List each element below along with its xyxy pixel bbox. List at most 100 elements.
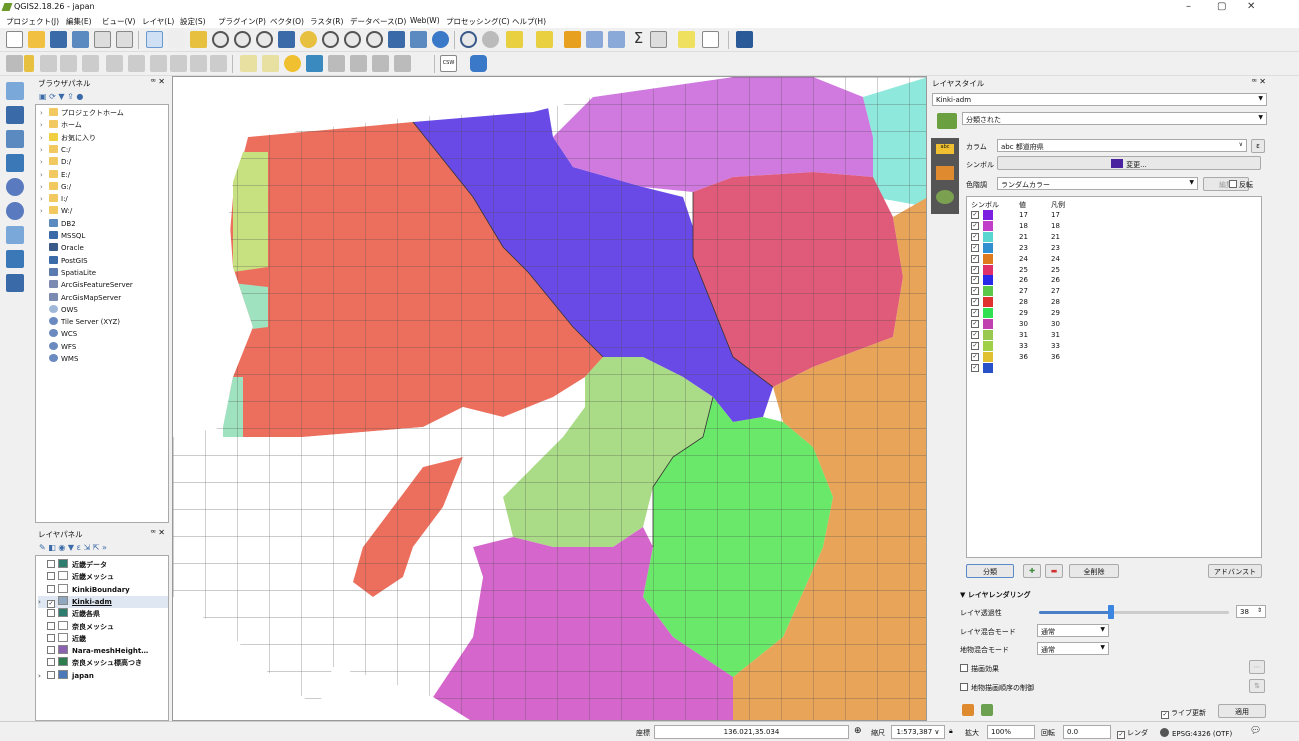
zoom-last-icon[interactable]	[344, 31, 361, 48]
pin-labels-icon[interactable]	[306, 55, 323, 72]
class-checkbox[interactable]: ✓	[971, 363, 979, 372]
map-canvas[interactable]	[172, 76, 927, 721]
symbol-change-button[interactable]: 変更...	[997, 156, 1261, 170]
expression-button[interactable]: ε	[1251, 139, 1265, 153]
class-checkbox[interactable]: ✓	[971, 330, 979, 339]
class-checkbox[interactable]: ✓	[971, 243, 979, 252]
field-calculator-icon[interactable]	[608, 31, 625, 48]
live-update-checkbox[interactable]: ✓ ライブ更新	[1161, 708, 1206, 719]
panel-close-icon[interactable]: ꟹ ✕	[1252, 77, 1266, 86]
class-row[interactable]: ✓ 27 27	[971, 286, 1251, 297]
filter-expression-icon[interactable]: ɛ	[77, 543, 81, 552]
add-vector-layer-icon[interactable]	[6, 82, 24, 100]
opacity-slider[interactable]	[1039, 605, 1229, 619]
renderer-select[interactable]: 分類された ▼	[962, 112, 1267, 125]
pan-to-selection-icon[interactable]	[168, 31, 185, 48]
collapse-all-icon[interactable]: ⇪	[67, 92, 74, 101]
class-symbol-swatch[interactable]	[983, 351, 993, 362]
browser-item[interactable]: › G:/	[40, 181, 71, 194]
browser-item[interactable]: PostGIS	[40, 255, 88, 268]
close-icon[interactable]: ✕	[1247, 1, 1255, 12]
class-symbol-swatch[interactable]	[983, 264, 993, 275]
refresh-icon[interactable]: ⟳	[49, 92, 56, 101]
add-wfs-layer-icon[interactable]	[6, 226, 24, 244]
class-checkbox[interactable]: ✓	[971, 298, 979, 307]
lock-scale-icon[interactable]: 🔒︎	[949, 727, 953, 736]
class-symbol-swatch[interactable]	[983, 308, 993, 319]
layer-visibility-checkbox[interactable]	[47, 633, 55, 642]
zoom-native-icon[interactable]	[256, 31, 273, 48]
rotation-field[interactable]: 0.0	[1063, 725, 1111, 739]
layer-item[interactable]: 近畿メッシュ	[38, 571, 168, 583]
draw-effects-checkbox[interactable]: 描画効果	[960, 664, 999, 674]
zoom-out-icon[interactable]	[234, 31, 251, 48]
delete-icon[interactable]	[150, 55, 167, 72]
csw-icon[interactable]: CSW	[440, 55, 457, 72]
apply-button[interactable]: 適用	[1218, 704, 1266, 718]
move-label-icon[interactable]	[350, 55, 367, 72]
select-features-icon[interactable]	[506, 31, 523, 48]
class-checkbox[interactable]: ✓	[971, 276, 979, 285]
touch-zoom-icon[interactable]	[190, 31, 207, 48]
class-checkbox[interactable]: ✓	[971, 309, 979, 318]
coordinate-field[interactable]: 136.021,35.034	[654, 725, 849, 739]
style-manager-icon[interactable]: ✎	[39, 543, 46, 552]
layer-item[interactable]: KinkiBoundary	[38, 583, 168, 596]
open-project-icon[interactable]	[28, 31, 45, 48]
maximize-icon[interactable]: ▢	[1217, 1, 1226, 12]
expand-arrow-icon[interactable]: ›	[40, 158, 49, 166]
add-virtual-layer-icon[interactable]	[6, 274, 24, 292]
effects-settings-icon[interactable]: ⋯	[1249, 660, 1265, 674]
add-delimited-text-icon[interactable]	[6, 250, 24, 268]
identify-icon[interactable]	[460, 31, 477, 48]
copy-features-icon[interactable]	[190, 55, 207, 72]
expand-arrow-icon[interactable]: ›	[40, 121, 49, 129]
class-symbol-swatch[interactable]	[983, 253, 993, 264]
class-row[interactable]: ✓ 30 30	[971, 319, 1251, 330]
class-symbol-swatch[interactable]	[983, 231, 993, 242]
class-row[interactable]: ✓ 24 24	[971, 253, 1251, 265]
current-edits-icon[interactable]	[6, 55, 23, 72]
deselect-icon[interactable]	[564, 31, 581, 48]
browser-item[interactable]: › W:/	[40, 206, 72, 218]
class-checkbox[interactable]: ✓	[971, 265, 979, 274]
opacity-spinbox[interactable]: 38 ⇕	[1236, 605, 1266, 618]
class-checkbox[interactable]: ✓	[971, 287, 979, 296]
layer-visibility-checkbox[interactable]	[47, 609, 55, 618]
cut-features-icon[interactable]	[170, 55, 187, 72]
paste-features-icon[interactable]	[210, 55, 227, 72]
class-checkbox[interactable]: ✓	[971, 341, 979, 350]
layer-item[interactable]: Nara-meshHeight…	[38, 645, 168, 657]
expand-arrow-icon[interactable]: ›	[40, 183, 49, 191]
browser-item[interactable]: › プロジェクトホーム	[40, 108, 124, 120]
add-wms-layer-icon[interactable]	[6, 178, 24, 196]
remove-class-icon[interactable]: ▬	[1045, 564, 1063, 578]
class-symbol-swatch[interactable]	[983, 319, 993, 329]
color-ramp-select[interactable]: ランダムカラー ▼	[997, 177, 1198, 190]
browser-item[interactable]: MSSQL	[40, 231, 85, 243]
browser-item[interactable]: › I:/	[40, 194, 68, 206]
browser-item[interactable]: OWS	[40, 304, 78, 317]
class-symbol-swatch[interactable]	[983, 297, 993, 308]
browser-item[interactable]: DB2	[40, 218, 76, 231]
classify-button[interactable]: 分類	[966, 564, 1014, 578]
layer-select[interactable]: Kinki-adm ▼	[932, 93, 1267, 106]
add-wcs-layer-icon[interactable]	[6, 202, 24, 220]
class-checkbox[interactable]: ✓	[971, 320, 979, 328]
layer-labeling-icon[interactable]	[262, 55, 279, 72]
delete-all-button[interactable]: 全削除	[1069, 564, 1119, 578]
expand-all-icon[interactable]: ⇲	[83, 543, 90, 552]
symbology-icon[interactable]	[937, 113, 957, 129]
magnify-field[interactable]: 100%	[987, 725, 1035, 739]
measure-icon[interactable]	[650, 31, 667, 48]
undo-icon[interactable]	[962, 704, 974, 716]
crs-status[interactable]: EPSG:4326 (OTF)	[1160, 728, 1232, 738]
toggle-extents-icon[interactable]: ⊕	[854, 726, 862, 736]
expand-arrow-icon[interactable]: ›	[38, 598, 47, 606]
browser-item[interactable]: WCS	[40, 329, 77, 341]
feature-order-checkbox[interactable]: 地物描画順序の制御	[960, 683, 1034, 693]
class-symbol-swatch[interactable]	[983, 340, 993, 351]
change-label-icon[interactable]	[394, 55, 411, 72]
expand-arrow-icon[interactable]: ›	[40, 207, 49, 215]
layer-visibility-checkbox[interactable]	[47, 572, 55, 581]
